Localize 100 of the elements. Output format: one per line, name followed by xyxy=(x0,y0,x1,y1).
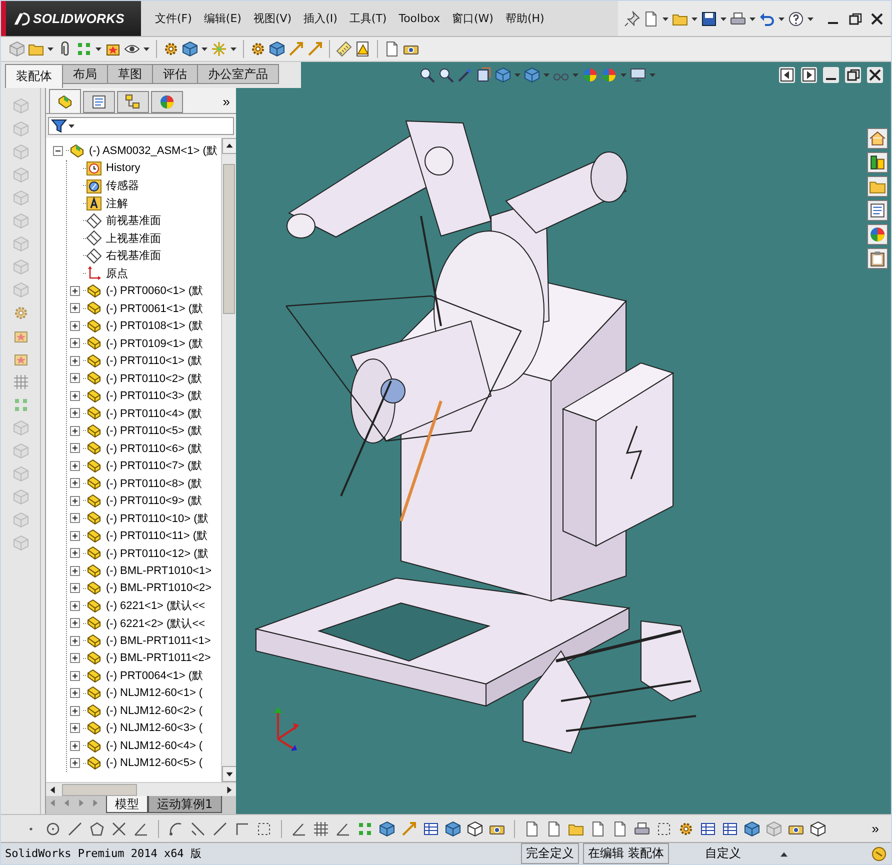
color-ball-icon[interactable] xyxy=(159,94,175,110)
command-tab[interactable]: 草图 xyxy=(107,64,153,84)
circle-icon[interactable] xyxy=(45,820,61,836)
bottom-tab[interactable]: 模型 xyxy=(106,796,148,813)
next-pane-icon[interactable] xyxy=(801,67,817,83)
tree-item-label[interactable]: (-) PRT0110<3> (默 xyxy=(102,388,202,404)
folder-icon[interactable] xyxy=(867,176,888,197)
dashed-rectangle-icon[interactable] xyxy=(656,820,672,836)
color-ball-icon[interactable] xyxy=(582,67,598,83)
tree-item-label[interactable]: (-) PRT0110<8> (默 xyxy=(102,476,202,491)
cube-icon[interactable] xyxy=(269,41,285,57)
tree-item-label[interactable]: (-) NLJM12-60<4> ( xyxy=(102,740,203,752)
scrollbar-thumb[interactable] xyxy=(62,784,137,796)
tree-item-label[interactable]: (-) PRT0110<9> (默 xyxy=(102,493,202,508)
printer-icon[interactable] xyxy=(730,10,746,26)
warning-document-icon[interactable] xyxy=(355,41,371,57)
undo-icon[interactable] xyxy=(759,10,775,26)
origin-axes-icon[interactable] xyxy=(86,265,102,282)
stand-model-drawing[interactable] xyxy=(522,620,702,754)
part-icon[interactable] xyxy=(86,562,102,579)
cube-icon[interactable] xyxy=(445,820,461,836)
configuration-icon[interactable] xyxy=(125,94,141,110)
table-icon[interactable] xyxy=(722,820,738,836)
assembly-icon[interactable] xyxy=(69,142,85,159)
part-icon[interactable] xyxy=(86,598,102,614)
tree-item-label[interactable]: (-) PRT0110<4> (默 xyxy=(102,406,202,421)
tree-item-label[interactable]: 传感器 xyxy=(102,178,139,194)
arc-icon[interactable] xyxy=(168,820,184,836)
menu-item[interactable]: 帮助(H) xyxy=(499,8,550,29)
new-document-icon[interactable] xyxy=(384,41,400,57)
command-tab[interactable]: 评估 xyxy=(152,64,198,84)
cube-icon[interactable] xyxy=(182,41,198,57)
menu-item[interactable]: 窗口(W) xyxy=(446,8,500,29)
ruler-icon[interactable] xyxy=(336,41,352,57)
part-icon[interactable] xyxy=(86,422,102,439)
tree-item-label[interactable]: (-) PRT0110<10> (默 xyxy=(102,510,208,526)
cube-icon[interactable] xyxy=(379,820,395,836)
sensor-folder-icon[interactable] xyxy=(86,178,102,194)
tree-item-label[interactable]: (-) PRT0060<1> (默 xyxy=(102,283,204,298)
tree-item-label[interactable]: (-) PRT0108<1> (默 xyxy=(102,318,204,334)
tree-item-label[interactable]: (-) BML-PRT1010<1> xyxy=(102,564,212,577)
tree-item-label[interactable]: (-) PRT0110<1> (默 xyxy=(102,353,202,368)
part-icon[interactable] xyxy=(86,458,102,474)
part-icon[interactable] xyxy=(86,528,102,544)
tree-item-label[interactable]: (-) 6221<2> (默认<< xyxy=(102,616,206,631)
monitor-icon[interactable] xyxy=(630,67,646,83)
part-icon[interactable] xyxy=(86,388,102,404)
color-ball-icon[interactable] xyxy=(601,67,617,83)
dashed-rectangle-icon[interactable] xyxy=(256,820,272,836)
tree-item-label[interactable]: (-) PRT0110<6> (默 xyxy=(102,440,202,456)
part-icon[interactable] xyxy=(86,370,102,386)
tree-item-label[interactable]: (-) NLJM12-60<2> ( xyxy=(102,704,203,717)
part-icon[interactable] xyxy=(86,282,102,299)
cube-icon[interactable] xyxy=(744,820,760,836)
coin-icon[interactable] xyxy=(871,846,887,862)
part-icon[interactable] xyxy=(86,510,102,526)
pushpin-icon[interactable] xyxy=(624,10,640,26)
tree-item-label[interactable]: (-) PRT0109<1> (默 xyxy=(102,336,204,351)
tree-item-label[interactable]: (-) BML-PRT1011<2> xyxy=(102,652,211,664)
scroll-up-icon[interactable] xyxy=(222,138,237,154)
annotation-folder-icon[interactable] xyxy=(86,195,102,212)
tree-item-label[interactable]: (-) NLJM12-60<5> ( xyxy=(102,757,203,770)
cross-icon[interactable] xyxy=(111,820,127,836)
close-icon[interactable] xyxy=(867,67,883,83)
help-icon[interactable] xyxy=(788,10,804,26)
polygon-icon[interactable] xyxy=(89,820,105,836)
line-icon[interactable] xyxy=(67,820,83,836)
bottom-tab[interactable]: 运动算例1 xyxy=(148,796,222,813)
table-icon[interactable] xyxy=(700,820,716,836)
part-icon[interactable] xyxy=(86,580,102,596)
property-icon[interactable] xyxy=(867,200,888,221)
new-document-icon[interactable] xyxy=(524,820,540,836)
table-icon[interactable] xyxy=(423,820,439,836)
tree-item-label[interactable]: 原点 xyxy=(102,266,128,281)
menu-item[interactable]: 工具(T) xyxy=(343,8,393,29)
tree-item-label[interactable]: (-) NLJM12-60<1> ( xyxy=(102,687,203,700)
library-icon[interactable] xyxy=(867,152,888,173)
part-icon[interactable] xyxy=(86,440,102,456)
tree-item-label[interactable]: (-) PRT0110<11> (默 xyxy=(102,528,208,544)
part-icon[interactable] xyxy=(86,318,102,334)
tree-item-label[interactable]: (-) PRT0064<1> (默 xyxy=(102,668,204,684)
save-icon[interactable] xyxy=(701,10,717,26)
tree-item-label[interactable]: (-) ASM0032_ASM<1> (默 xyxy=(85,143,218,158)
scrollbar-thumb[interactable] xyxy=(223,164,235,314)
gear-icon[interactable] xyxy=(163,41,179,57)
home-icon[interactable] xyxy=(867,128,888,149)
history-folder-icon[interactable] xyxy=(86,160,102,176)
part-icon[interactable] xyxy=(86,300,102,316)
command-tab[interactable]: 装配体 xyxy=(5,64,63,88)
minimize-icon[interactable] xyxy=(823,67,839,83)
part-icon[interactable] xyxy=(86,685,102,702)
tree-item-label[interactable]: (-) PRT0110<12> (默 xyxy=(102,546,208,561)
gear-icon[interactable] xyxy=(678,820,694,836)
property-icon[interactable] xyxy=(91,94,107,110)
new-document-icon[interactable] xyxy=(546,820,562,836)
filter-icon[interactable] xyxy=(51,118,67,134)
command-tab[interactable]: 布局 xyxy=(62,64,108,84)
previous-pane-icon[interactable] xyxy=(779,67,795,83)
part-icon[interactable] xyxy=(86,475,102,492)
part-icon[interactable] xyxy=(86,702,102,719)
